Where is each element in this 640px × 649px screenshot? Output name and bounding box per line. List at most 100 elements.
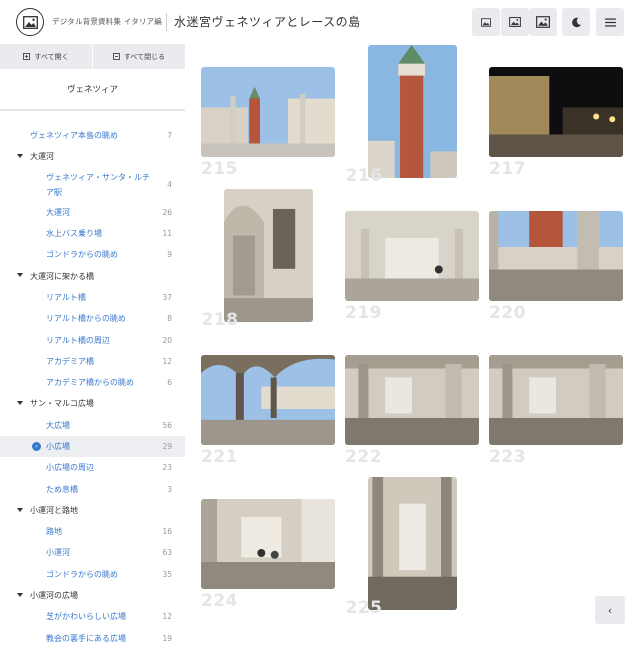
nav-item[interactable]: 大広場 56 — [0, 415, 185, 436]
nav-label: リアルト橋 — [46, 292, 86, 302]
nav-label: ヴェネツィア・サンタ・ルチア駅 — [46, 172, 150, 197]
nav-count: 29 — [162, 442, 172, 451]
dark-mode-button[interactable] — [562, 8, 590, 36]
photo-number: 222 — [345, 447, 382, 467]
collapse-icon — [112, 53, 120, 60]
site-name[interactable]: デジタル背景資料集 イタリア編 — [52, 16, 162, 27]
nav-count: 7 — [167, 131, 172, 141]
collapse-all-label: すべて閉じる — [123, 52, 166, 61]
nav-category[interactable]: 小運河と路地 — [0, 500, 185, 521]
expand-icon — [23, 53, 31, 60]
nav-count: 6 — [167, 378, 172, 388]
nav-count: 11 — [162, 229, 172, 239]
nav-label: ため息橋 — [46, 484, 78, 494]
nav-label: サン・マルコ広場 — [30, 399, 94, 409]
expand-collapse-bar: すべて開く すべて閉じる — [0, 44, 185, 69]
caret-down-icon — [17, 401, 23, 406]
photo-thumbnail[interactable] — [345, 211, 479, 301]
sidebar-title: ヴェネツィア — [0, 69, 185, 111]
expand-all-label: すべて開く — [34, 52, 69, 61]
nav-label: ゴンドラからの眺め — [46, 569, 118, 579]
nav-label: ヴェネツィア本島の眺め — [30, 131, 118, 141]
nav-label: 小広場の周辺 — [46, 463, 94, 473]
expand-all-button[interactable]: すべて開く — [0, 44, 93, 69]
back-button[interactable]: ‹ — [595, 596, 625, 624]
nav-count: 56 — [162, 420, 172, 430]
photo-thumbnail[interactable] — [489, 211, 623, 301]
nav-count: 8 — [167, 314, 172, 324]
nav-count: 19 — [162, 633, 172, 643]
nav-count: 12 — [162, 612, 172, 622]
nav-category[interactable]: サン・マルコ広場 — [0, 393, 185, 414]
photo-thumbnail[interactable] — [368, 477, 457, 610]
moon-icon — [571, 17, 581, 27]
nav-item[interactable]: 小広場の周辺 23 — [0, 457, 185, 478]
nav-label: 大運河に架かる橋 — [30, 271, 94, 281]
nav-item[interactable]: 路地 16 — [0, 521, 185, 542]
sidebar: すべて開く すべて閉じる ヴェネツィア ヴェネツィア本島の眺め 7 大運河 ヴェネツィ… — [0, 44, 185, 643]
collapse-all-button[interactable]: すべて閉じる — [93, 44, 185, 69]
nav-label: 芝がかわいらしい広場 — [46, 612, 126, 622]
nav-label: 大運河 — [46, 207, 70, 217]
image-icon — [22, 15, 38, 29]
nav-count: 20 — [162, 335, 172, 345]
nav-item[interactable]: 小運河 63 — [0, 542, 185, 563]
active-indicator-icon: › — [32, 441, 41, 451]
small-image-icon — [481, 17, 491, 27]
nav-item[interactable]: 芝がかわいらしい広場 12 — [0, 606, 185, 627]
nav-count: 37 — [162, 292, 172, 302]
nav-label: アカデミア橋 — [46, 356, 94, 366]
nav-count: 12 — [162, 356, 172, 366]
nav-category[interactable]: 大運河に架かる橋 — [0, 265, 185, 286]
nav-item[interactable]: リアルト橋 37 — [0, 287, 185, 308]
caret-down-icon — [17, 507, 23, 512]
photo-gallery: 215 216 217 218 219 220 221 222 223 224 … — [185, 44, 640, 640]
nav-item[interactable]: ため息橋 3 — [0, 478, 185, 499]
hamburger-menu-icon — [604, 17, 616, 27]
nav-item[interactable]: › 小広場 29 — [0, 435, 185, 458]
nav-item[interactable]: リアルト橋からの眺め 8 — [0, 308, 185, 329]
medium-thumbnail-view-button[interactable] — [501, 8, 529, 36]
photo-thumbnail[interactable] — [489, 355, 623, 445]
nav-count: 23 — [162, 463, 172, 473]
small-thumbnail-view-button[interactable] — [472, 8, 500, 36]
nav-item[interactable]: ゴンドラからの眺め 35 — [0, 564, 185, 585]
photo-thumbnail[interactable] — [489, 67, 623, 157]
nav-item[interactable]: 大運河 26 — [0, 202, 185, 223]
photo-number: 216 — [345, 166, 383, 186]
photo-number: 220 — [489, 303, 526, 323]
nav-item[interactable]: リアルト橋の周辺 20 — [0, 329, 185, 350]
category-nav: ヴェネツィア本島の眺め 7 大運河 ヴェネツィア・サンタ・ルチア駅 4 大運河 26 水上バス… — [0, 125, 185, 649]
nav-category[interactable]: 小運河の広場 — [0, 585, 185, 606]
nav-item[interactable]: ヴェネツィア・サンタ・ルチア駅 4 — [0, 168, 185, 202]
medium-image-icon — [509, 17, 521, 27]
photo-thumbnail[interactable] — [345, 355, 479, 445]
nav-item[interactable]: 教会の裏手にある広場 19 — [0, 628, 185, 649]
nav-item[interactable]: ヴェネツィア本島の眺め 7 — [0, 125, 185, 146]
photo-number: 218 — [201, 310, 239, 330]
photo-thumbnail[interactable] — [368, 45, 457, 178]
chevron-left-icon: ‹ — [607, 603, 613, 617]
nav-label: 大広場 — [46, 420, 70, 430]
nav-label: 小運河 — [46, 548, 70, 558]
nav-category[interactable]: 大運河 — [0, 146, 185, 167]
photo-number: 217 — [489, 159, 526, 179]
nav-count: 9 — [167, 250, 172, 260]
nav-item[interactable]: ゴンドラからの眺め 9 — [0, 244, 185, 265]
caret-down-icon — [17, 154, 23, 159]
photo-thumbnail[interactable] — [201, 355, 335, 445]
large-image-icon — [536, 16, 550, 28]
photo-number: 224 — [201, 591, 238, 611]
nav-count: 35 — [162, 569, 172, 579]
photo-thumbnail[interactable] — [201, 499, 335, 589]
photo-number: 219 — [345, 303, 382, 323]
menu-button[interactable] — [596, 8, 624, 36]
photo-thumbnail[interactable] — [201, 67, 335, 157]
nav-item[interactable]: アカデミア橋からの眺め 6 — [0, 372, 185, 393]
nav-label: 小運河と路地 — [30, 505, 78, 515]
large-thumbnail-view-button[interactable] — [529, 8, 557, 36]
nav-item[interactable]: アカデミア橋 12 — [0, 351, 185, 372]
nav-item[interactable]: 水上バス乗り場 11 — [0, 223, 185, 244]
photo-thumbnail[interactable] — [224, 189, 313, 322]
site-logo[interactable] — [16, 8, 44, 36]
